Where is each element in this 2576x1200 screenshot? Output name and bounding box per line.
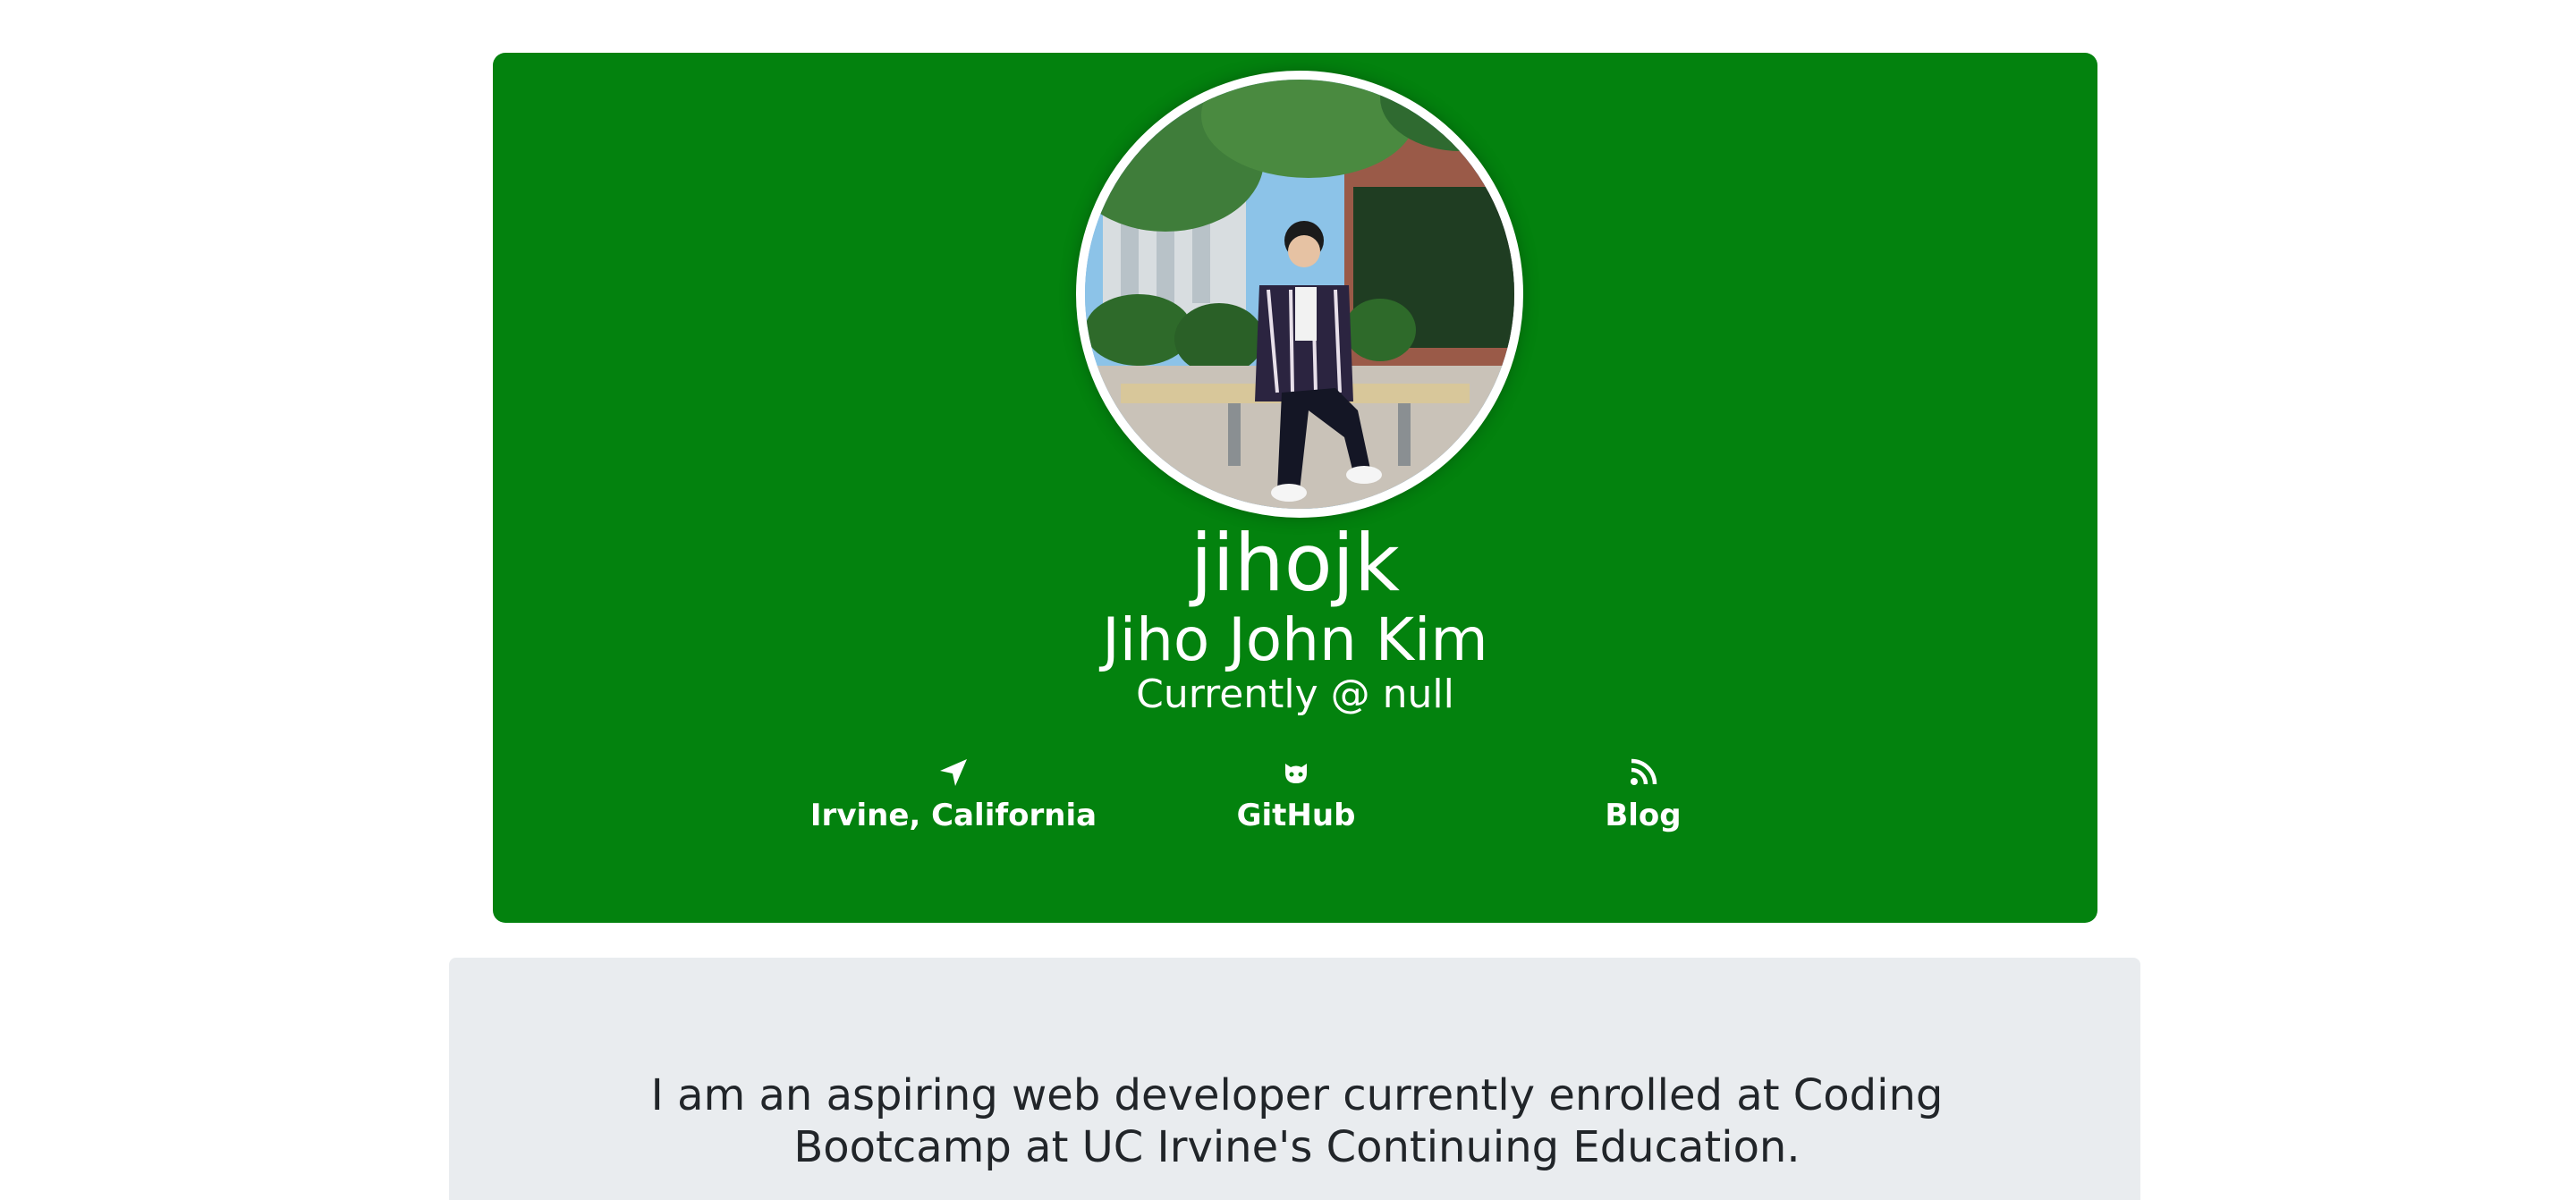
avatar <box>1076 71 1523 518</box>
github-link[interactable]: GitHub <box>1108 756 1484 835</box>
blog-label: Blog <box>1605 798 1682 833</box>
page: jihojk Jiho John Kim Currently @ null Ir… <box>0 0 2576 1200</box>
rss-icon <box>1631 758 1657 785</box>
location-link[interactable]: Irvine, California <box>766 756 1141 835</box>
location-arrow-icon <box>940 759 967 786</box>
location-label: Irvine, California <box>809 798 1097 833</box>
avatar-photo <box>1085 80 1514 509</box>
github-icon <box>1285 764 1307 783</box>
blog-link[interactable]: Blog <box>1455 756 1831 835</box>
full-name: Jiho John Kim <box>1102 605 1488 674</box>
github-label: GitHub <box>1236 798 1356 833</box>
company-status: Currently @ null <box>1136 672 1454 717</box>
bio-text: I am an aspiring web developer currently… <box>650 1070 1944 1172</box>
username: jihojk <box>1191 517 1400 609</box>
